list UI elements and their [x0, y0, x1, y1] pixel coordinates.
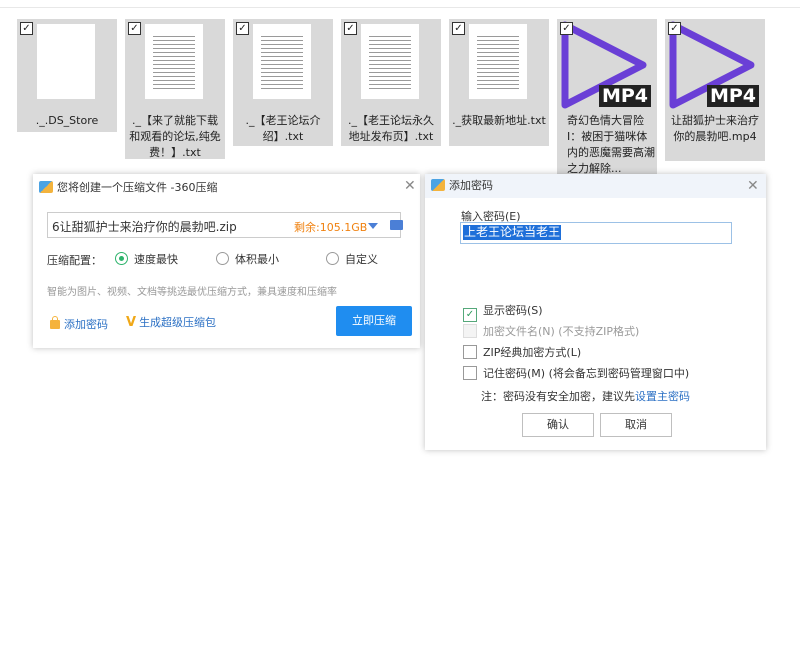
file-name: ._【老王论坛介绍】.txt [245, 114, 321, 143]
compress-now-button[interactable]: 立即压缩 [336, 306, 412, 336]
file-item[interactable]: ✓ ._【老王论坛介绍】.txt [233, 19, 333, 146]
radio-icon[interactable] [326, 252, 339, 265]
checkbox-icon[interactable]: ✓ [668, 22, 681, 35]
super-package-link[interactable]: V 生成超级压缩包 [126, 314, 216, 330]
file-item[interactable]: ✓ ._获取最新地址.txt [449, 19, 549, 146]
file-item[interactable]: ✓ ._【来了就能下载和观看的论坛,纯免费！】.txt [125, 19, 225, 159]
output-path-field[interactable]: 6让甜狐护士来治疗你的晨勃吧.zip 剩余:105.1GB [47, 212, 403, 238]
text-file-icon [469, 24, 527, 99]
v-icon: V [126, 315, 137, 330]
checkbox-icon[interactable] [463, 366, 477, 380]
top-divider [0, 7, 800, 8]
checkbox-icon[interactable]: ✓ [344, 22, 357, 35]
add-password-link[interactable]: 添加密码 [50, 316, 108, 332]
close-icon[interactable]: ✕ [747, 179, 759, 193]
ok-button[interactable]: 确认 [522, 413, 594, 437]
file-name: ._【老王论坛永久地址发布页】.txt [348, 114, 434, 143]
password-value[interactable]: 上老王论坛当老王 [463, 225, 562, 240]
folder-icon[interactable] [390, 220, 403, 230]
file-name: ._获取最新地址.txt [452, 114, 546, 127]
lock-icon [50, 316, 60, 329]
checkbox-icon[interactable]: ✓ [560, 22, 573, 35]
zip-classic-checkbox[interactable]: ZIP经典加密方式(L) [463, 344, 581, 360]
archive-app-icon [431, 179, 445, 191]
checkbox-icon [463, 324, 477, 338]
dialog-title: 您将创建一个压缩文件 -360压缩 [39, 180, 217, 196]
remember-password-checkbox[interactable]: 记住密码(M) (将会备忘到密码管理窗口中) [463, 365, 689, 381]
checkbox-icon[interactable]: ✓ [128, 22, 141, 35]
password-input[interactable]: 上老王论坛当老王 [460, 222, 732, 244]
radio-icon[interactable] [115, 252, 128, 265]
option-custom[interactable]: 自定义 [326, 251, 378, 267]
file-name: 奇幻色情大冒险Ⅰ：被困于猫咪体内的恶魔需要高潮之力解除... [567, 114, 655, 175]
text-file-icon [145, 24, 203, 99]
password-dialog: 添加密码 ✕ 输入密码(E) 上老王论坛当老王 ✓ 显示密码(S) 加密文件名(N… [425, 174, 766, 450]
text-file-icon [253, 24, 311, 99]
file-item[interactable]: ✓ MP4 让甜狐护士来治疗你的晨勃吧.mp4 [665, 19, 765, 161]
file-name: ._.DS_Store [35, 114, 99, 127]
remaining-space: 剩余:105.1GB [294, 221, 368, 234]
file-name: ._【来了就能下载和观看的论坛,纯免费！】.txt [129, 114, 221, 159]
blank-file-icon [37, 24, 95, 99]
set-master-password-link[interactable]: 设置主密码 [635, 390, 690, 403]
file-item[interactable]: ✓ MP4 奇幻色情大冒险Ⅰ：被困于猫咪体内的恶魔需要高潮之力解除... [557, 19, 657, 175]
chevron-down-icon[interactable] [368, 223, 378, 229]
config-label: 压缩配置： [47, 254, 102, 267]
checkbox-icon[interactable]: ✓ [452, 22, 465, 35]
close-icon[interactable]: ✕ [404, 179, 416, 193]
radio-icon[interactable] [216, 252, 229, 265]
security-note: 注：密码没有安全加密，建议先设置主密码 [481, 390, 690, 403]
compress-dialog: 您将创建一个压缩文件 -360压缩 ✕ 6让甜狐护士来治疗你的晨勃吧.zip 剩… [33, 174, 420, 348]
cancel-button[interactable]: 取消 [600, 413, 672, 437]
file-item[interactable]: ✓ ._.DS_Store [17, 19, 117, 132]
checkbox-icon[interactable] [463, 345, 477, 359]
mp4-badge: MP4 [706, 85, 759, 107]
output-filename[interactable]: 6让甜狐护士来治疗你的晨勃吧.zip [52, 218, 237, 235]
compress-hint: 智能为图片、视频、文档等挑选最优压缩方式，兼具速度和压缩率 [47, 287, 337, 298]
dialog-title: 添加密码 [431, 178, 493, 194]
mp4-badge: MP4 [598, 85, 651, 107]
check-icon[interactable]: ✓ [463, 308, 477, 322]
checkbox-icon[interactable]: ✓ [20, 22, 33, 35]
archive-app-icon [39, 181, 53, 193]
file-name: 让甜狐护士来治疗你的晨勃吧.mp4 [671, 114, 759, 143]
option-fastest[interactable]: 速度最快 [115, 251, 178, 267]
encrypt-filenames-checkbox: 加密文件名(N) (不支持ZIP格式) [463, 323, 639, 339]
checkbox-icon[interactable]: ✓ [236, 22, 249, 35]
file-item[interactable]: ✓ ._【老王论坛永久地址发布页】.txt [341, 19, 441, 146]
option-smallest[interactable]: 体积最小 [216, 251, 279, 267]
show-password-checkbox[interactable]: ✓ 显示密码(S) [463, 302, 543, 322]
text-file-icon [361, 24, 419, 99]
